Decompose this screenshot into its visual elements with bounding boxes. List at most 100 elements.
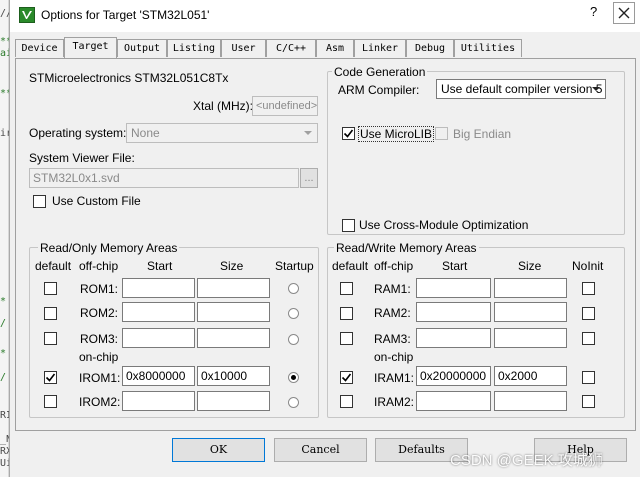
iram2-noinit-checkbox[interactable] <box>582 395 595 408</box>
ram2-label: RAM2: <box>374 306 411 320</box>
arm-compiler-select[interactable]: Use default compiler version 5 <box>436 79 606 99</box>
rom3-startup-radio[interactable] <box>288 334 299 345</box>
tab-utilities[interactable]: Utilities <box>454 39 522 57</box>
checkmark-icon <box>45 373 56 382</box>
use-microlib-checkbox[interactable] <box>342 127 355 140</box>
code-fragment: * <box>0 348 7 359</box>
rw-header-default: default <box>332 259 369 273</box>
rw-header-size: Size <box>518 259 542 273</box>
irom1-startup-radio[interactable] <box>288 372 299 383</box>
svf-label: System Viewer File: <box>29 151 135 165</box>
title-bar[interactable]: Options for Target 'STM32L051' ? <box>10 0 640 32</box>
code-fragment: / <box>0 318 7 329</box>
arm-compiler-label: ARM Compiler: <box>338 83 420 97</box>
ram2-start-field[interactable] <box>416 302 491 322</box>
iram1-noinit-checkbox[interactable] <box>582 371 595 384</box>
tab-target[interactable]: Target <box>64 37 117 58</box>
iram1-size-field[interactable]: 0x2000 <box>494 366 567 386</box>
irom1-size-field[interactable]: 0x10000 <box>197 366 270 386</box>
rw-memory-title: Read/Write Memory Areas <box>334 241 479 255</box>
rom1-default-checkbox[interactable] <box>44 282 57 295</box>
rom1-startup-radio[interactable] <box>288 283 299 294</box>
svf-browse-button[interactable]: ... <box>300 168 318 188</box>
help-question-button[interactable]: ? <box>590 4 597 19</box>
ram1-noinit-checkbox[interactable] <box>582 282 595 295</box>
irom1-default-checkbox[interactable] <box>44 371 57 384</box>
os-label: Operating system: <box>29 126 127 140</box>
ro-header-default: default <box>35 259 72 273</box>
tab-user[interactable]: User <box>221 39 266 57</box>
ram2-default-checkbox[interactable] <box>340 307 353 320</box>
tab-device[interactable]: Device <box>15 39 64 57</box>
ro-header-offchip: off-chip <box>79 259 119 273</box>
use-custom-file-label: Use Custom File <box>52 194 141 208</box>
cross-module-label: Use Cross-Module Optimization <box>359 218 529 232</box>
device-name: STMicroelectronics STM32L051C8Tx <box>29 71 229 85</box>
close-button[interactable] <box>613 2 635 24</box>
rom3-start-field[interactable] <box>122 328 195 348</box>
iram1-start-field[interactable]: 0x20000000 <box>416 366 491 386</box>
tab-output[interactable]: Output <box>117 39 167 57</box>
chevron-down-icon <box>304 131 312 135</box>
ro-onchip-label: on-chip <box>79 350 119 364</box>
irom2-default-checkbox[interactable] <box>44 395 57 408</box>
big-endian-checkbox[interactable] <box>435 127 448 140</box>
tab-listing[interactable]: Listing <box>167 39 221 57</box>
xtal-field[interactable]: <undefined> <box>252 96 318 116</box>
irom2-size-field[interactable] <box>197 391 270 411</box>
tab-asm[interactable]: Asm <box>316 39 354 57</box>
irom2-startup-radio[interactable] <box>288 397 299 408</box>
ram3-start-field[interactable] <box>416 328 491 348</box>
close-icon <box>613 2 635 24</box>
iram1-default-checkbox[interactable] <box>340 371 353 384</box>
rom2-default-checkbox[interactable] <box>44 307 57 320</box>
ram1-start-field[interactable] <box>416 278 491 298</box>
ram1-size-field[interactable] <box>494 278 567 298</box>
rom1-start-field[interactable] <box>122 278 195 298</box>
rom2-start-field[interactable] <box>122 302 195 322</box>
checkmark-icon <box>341 373 352 382</box>
ram3-size-field[interactable] <box>494 328 567 348</box>
ram2-noinit-checkbox[interactable] <box>582 307 595 320</box>
ro-header-start: Start <box>147 259 173 273</box>
os-select[interactable]: None <box>126 123 318 143</box>
rom3-label: ROM3: <box>80 332 119 346</box>
big-endian-label: Big Endian <box>453 127 512 141</box>
ram1-label: RAM1: <box>374 282 411 296</box>
os-select-value: None <box>131 126 160 140</box>
tab-linker[interactable]: Linker <box>354 39 406 57</box>
rw-header-offchip: off-chip <box>374 259 414 273</box>
rom2-size-field[interactable] <box>197 302 270 322</box>
ram3-noinit-checkbox[interactable] <box>582 332 595 345</box>
checkmark-icon <box>343 129 354 138</box>
ro-header-startup: Startup <box>275 259 314 273</box>
use-microlib-label: Use MicroLIB <box>358 126 435 142</box>
rom1-label: ROM1: <box>80 282 119 296</box>
target-tab-panel: STMicroelectronics STM32L051C8Tx Xtal (M… <box>15 58 636 431</box>
rom1-size-field[interactable] <box>197 278 270 298</box>
xtal-label: Xtal (MHz): <box>193 99 253 113</box>
window-title: Options for Target 'STM32L051' <box>41 8 210 22</box>
rom2-startup-radio[interactable] <box>288 308 299 319</box>
tab-debug[interactable]: Debug <box>406 39 454 57</box>
rom2-label: ROM2: <box>80 306 119 320</box>
tab-cc[interactable]: C/C++ <box>266 39 316 57</box>
ram3-default-checkbox[interactable] <box>340 332 353 345</box>
rom3-default-checkbox[interactable] <box>44 332 57 345</box>
rom3-size-field[interactable] <box>197 328 270 348</box>
ro-memory-title: Read/Only Memory Areas <box>38 241 180 255</box>
use-custom-file-checkbox[interactable] <box>33 195 46 208</box>
csdn-watermark: CSDN @GEEK.攻城狮 <box>450 452 603 469</box>
irom1-start-field[interactable]: 0x8000000 <box>122 366 195 386</box>
cancel-button[interactable]: Cancel <box>274 438 367 462</box>
ok-button[interactable]: OK <box>172 438 265 462</box>
ram2-size-field[interactable] <box>494 302 567 322</box>
ram1-default-checkbox[interactable] <box>340 282 353 295</box>
irom2-start-field[interactable] <box>122 391 195 411</box>
iram2-start-field[interactable] <box>416 391 491 411</box>
cross-module-checkbox[interactable] <box>342 219 355 232</box>
svf-field[interactable]: STM32L0x1.svd <box>29 168 299 188</box>
code-fragment: / <box>0 372 7 383</box>
iram2-size-field[interactable] <box>494 391 567 411</box>
iram2-default-checkbox[interactable] <box>340 395 353 408</box>
